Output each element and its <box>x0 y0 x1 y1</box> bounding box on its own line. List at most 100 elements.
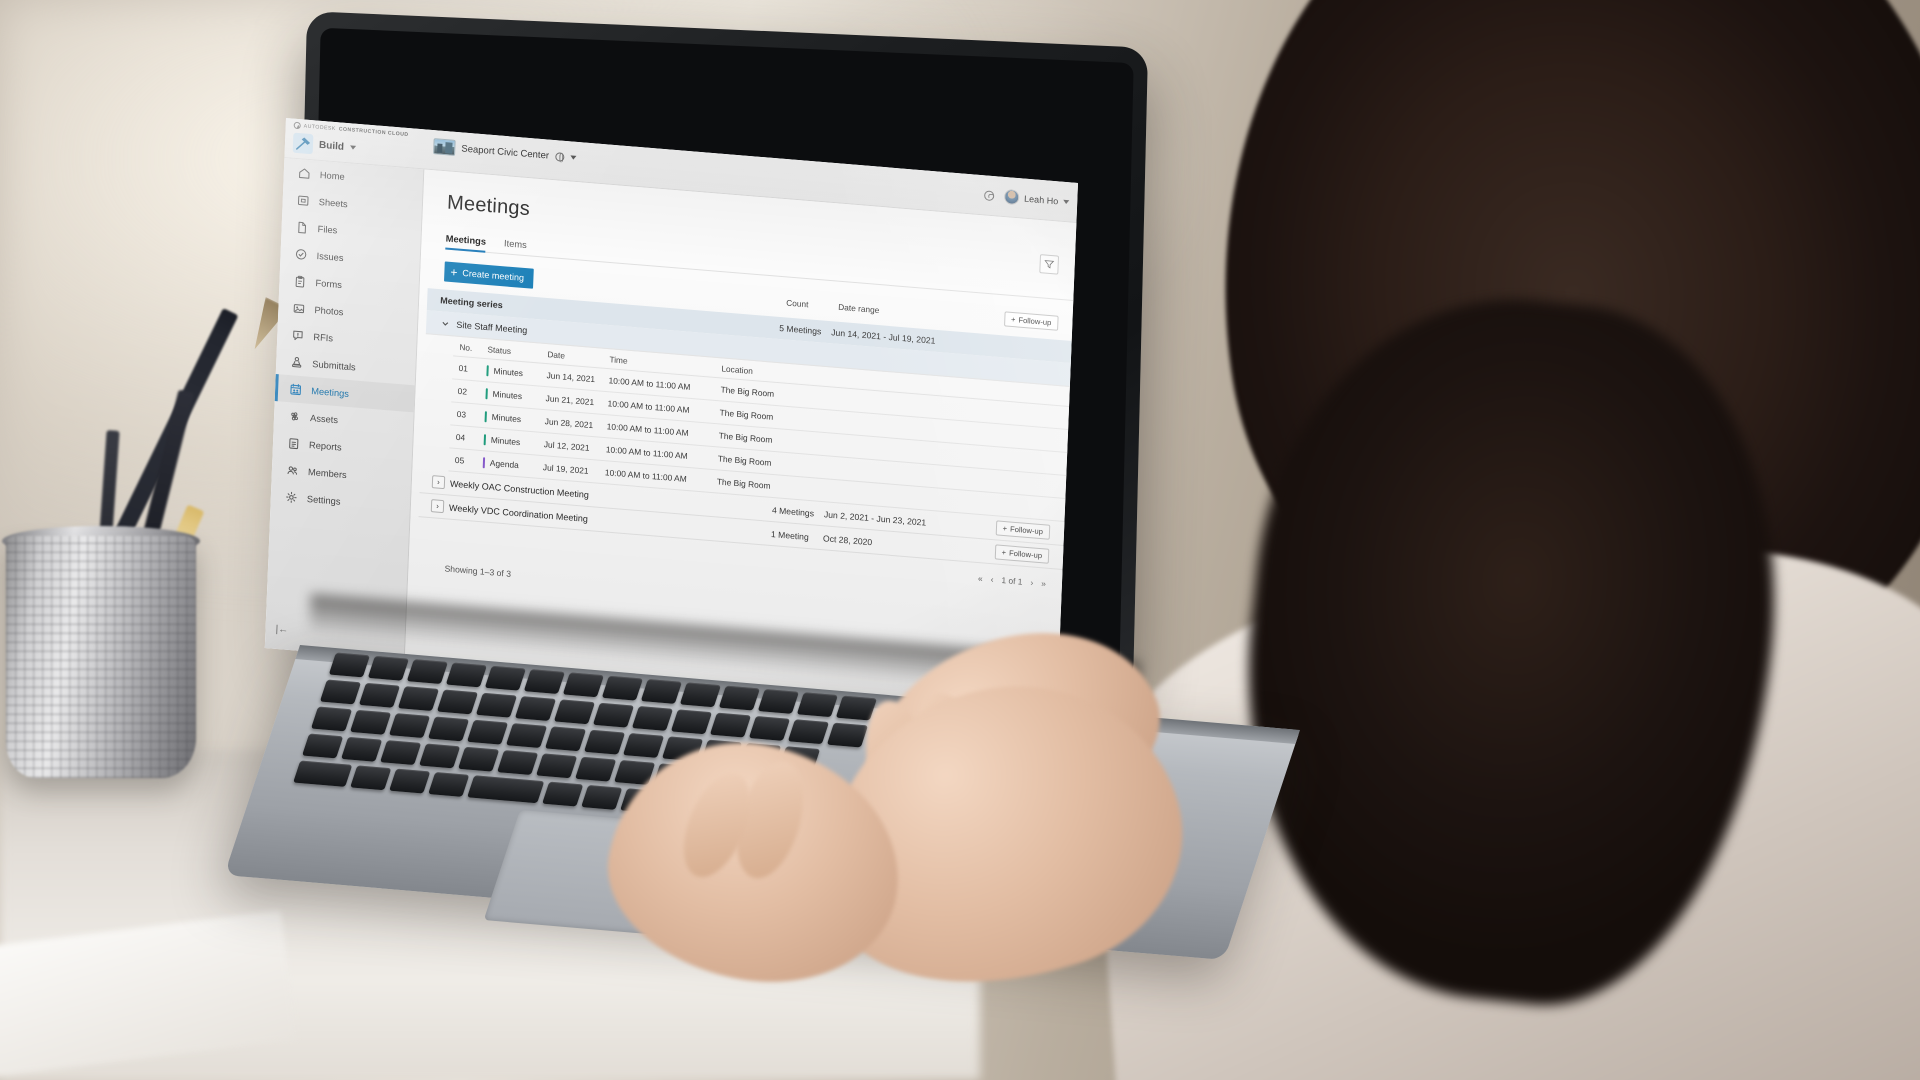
key[interactable] <box>350 765 392 791</box>
key[interactable] <box>349 709 392 735</box>
key[interactable] <box>542 781 584 807</box>
follow-up-button[interactable]: + Follow-up <box>994 544 1050 564</box>
key[interactable] <box>592 702 635 728</box>
key[interactable] <box>302 733 344 759</box>
key[interactable] <box>787 719 830 745</box>
sidebar-item-label: Files <box>317 223 338 236</box>
top-bar-right: Leah Ho <box>983 187 1070 209</box>
meeting-date: Jun 28, 2021 <box>544 416 594 431</box>
key[interactable] <box>466 719 509 745</box>
key[interactable] <box>484 665 526 691</box>
key[interactable] <box>380 740 422 766</box>
key[interactable] <box>601 675 643 701</box>
key[interactable] <box>700 739 743 765</box>
key[interactable] <box>826 722 869 748</box>
key[interactable] <box>709 712 752 738</box>
filter-icon[interactable] <box>1039 254 1060 275</box>
key[interactable] <box>328 652 370 678</box>
key[interactable] <box>620 788 680 815</box>
chevron-down-icon[interactable] <box>349 145 357 150</box>
key[interactable] <box>835 695 877 721</box>
key[interactable] <box>575 756 617 782</box>
pagination-prev[interactable]: ‹ <box>990 574 993 584</box>
key[interactable] <box>475 692 518 718</box>
key[interactable] <box>436 689 479 715</box>
key[interactable] <box>514 696 557 721</box>
column-header-status: Status <box>487 343 512 356</box>
key[interactable] <box>583 729 626 755</box>
key[interactable] <box>544 726 587 752</box>
sidebar-item-label: Issues <box>316 250 344 263</box>
follow-up-button[interactable]: + Follow-up <box>1003 311 1059 331</box>
trackpad[interactable] <box>483 810 780 943</box>
tab-items[interactable]: Items <box>504 238 527 255</box>
key[interactable] <box>670 709 713 735</box>
follow-up-button[interactable]: + Follow-up <box>995 520 1051 540</box>
key[interactable] <box>293 760 353 787</box>
project-chevron-down-icon[interactable] <box>569 155 577 160</box>
key[interactable] <box>406 659 448 685</box>
help-icon[interactable] <box>983 189 995 201</box>
key[interactable] <box>467 775 545 804</box>
key[interactable] <box>319 679 362 705</box>
follow-up-label: Follow-up <box>1008 548 1043 561</box>
pagination-first[interactable]: « <box>978 573 983 583</box>
key[interactable] <box>388 713 431 739</box>
user-name: Leah Ho <box>1023 193 1059 206</box>
key[interactable] <box>622 733 665 758</box>
key[interactable] <box>419 743 461 769</box>
module-switcher[interactable]: Build <box>292 132 357 158</box>
chevron-down-icon[interactable] <box>438 316 452 330</box>
meeting-time: 10:00 AM to 11:00 AM <box>604 467 687 484</box>
project-selector[interactable]: Seaport Civic Center <box>433 138 577 166</box>
follow-up-label: Follow-up <box>1009 524 1044 537</box>
sidebar-item-label: Meetings <box>311 385 350 399</box>
key[interactable] <box>757 688 799 714</box>
chevron-right-icon[interactable]: › <box>431 475 446 490</box>
key[interactable] <box>631 706 674 731</box>
status-badge: Minutes <box>484 410 545 427</box>
pagination-next[interactable]: › <box>1030 577 1033 587</box>
key[interactable] <box>523 669 565 694</box>
key[interactable] <box>497 750 539 775</box>
key[interactable] <box>581 784 623 810</box>
key[interactable] <box>640 679 682 704</box>
key[interactable] <box>310 706 353 732</box>
key[interactable] <box>367 655 409 681</box>
key[interactable] <box>778 746 821 772</box>
key[interactable] <box>358 682 401 708</box>
user-menu[interactable]: Leah Ho <box>1003 188 1070 209</box>
key[interactable] <box>562 672 604 698</box>
chevron-right-icon[interactable]: › <box>430 499 445 514</box>
key[interactable] <box>661 736 704 762</box>
key[interactable] <box>748 715 791 741</box>
key[interactable] <box>553 699 596 725</box>
key[interactable] <box>428 771 470 797</box>
key[interactable] <box>341 736 383 762</box>
key[interactable] <box>739 742 782 768</box>
key[interactable] <box>692 766 734 792</box>
column-header-date-range: Date range <box>838 301 880 316</box>
key[interactable] <box>796 692 838 718</box>
key[interactable] <box>614 760 656 785</box>
key[interactable] <box>679 682 721 708</box>
key[interactable] <box>731 769 773 795</box>
key[interactable] <box>458 746 500 772</box>
key[interactable] <box>718 685 760 711</box>
key[interactable] <box>427 716 470 742</box>
tab-meetings[interactable]: Meetings <box>445 233 487 251</box>
meeting-series-count: 1 Meeting <box>770 528 809 542</box>
status-badge: Minutes <box>486 364 546 381</box>
sidebar-collapse-button[interactable]: |← <box>275 624 288 636</box>
status-label: Agenda <box>489 457 519 471</box>
key[interactable] <box>653 763 695 789</box>
key[interactable] <box>536 753 578 779</box>
key[interactable] <box>445 662 487 688</box>
user-chevron-down-icon[interactable] <box>1063 199 1070 204</box>
pagination-last[interactable]: » <box>1041 578 1046 588</box>
key[interactable] <box>397 686 440 712</box>
key[interactable] <box>389 768 431 794</box>
column-header-location: Location <box>721 362 754 376</box>
create-meeting-button[interactable]: + Create meeting <box>444 261 534 289</box>
key[interactable] <box>505 723 548 748</box>
